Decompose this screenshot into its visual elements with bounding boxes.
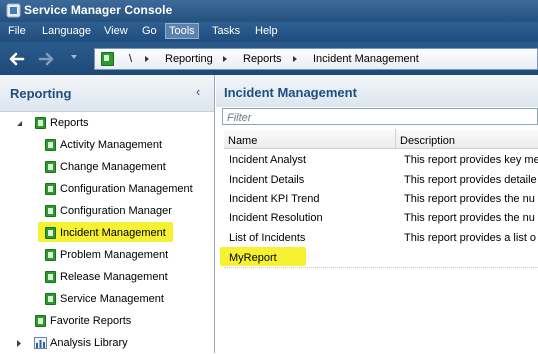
tree-item-incident-management[interactable]: Incident Management bbox=[0, 224, 214, 244]
report-folder-icon bbox=[45, 227, 56, 239]
tree-item-configuration-manager[interactable]: Configuration Manager bbox=[0, 202, 214, 222]
report-folder-icon bbox=[45, 293, 56, 305]
menu-tasks[interactable]: Tasks bbox=[212, 25, 240, 37]
column-header-name[interactable]: Name bbox=[224, 129, 396, 149]
tree-item-label: Release Management bbox=[60, 271, 168, 283]
menu-go[interactable]: Go bbox=[142, 25, 157, 37]
navigation-pane: Reporting ‹ Reports Activity Management … bbox=[0, 75, 215, 353]
report-folder-icon bbox=[35, 117, 46, 129]
breadcrumb-separator-icon[interactable] bbox=[293, 56, 297, 62]
tree-item-label: Incident Management bbox=[60, 227, 166, 239]
history-dropdown-icon[interactable] bbox=[71, 55, 77, 59]
report-folder-icon bbox=[45, 271, 56, 283]
column-header-description[interactable]: Description bbox=[396, 129, 538, 149]
report-description: This report provides detaile bbox=[404, 174, 537, 186]
tree-item-configuration-management[interactable]: Configuration Management bbox=[0, 180, 214, 200]
tree-item-problem-management[interactable]: Problem Management bbox=[0, 246, 214, 266]
window-title: Service Manager Console bbox=[24, 3, 173, 17]
report-folder-icon bbox=[45, 161, 56, 173]
tree-item-release-management[interactable]: Release Management bbox=[0, 268, 214, 288]
collapse-pane-icon[interactable]: ‹ bbox=[196, 84, 200, 99]
table-row[interactable]: List of Incidents This report provides a… bbox=[224, 228, 538, 247]
tree-item-reports[interactable]: Reports bbox=[0, 114, 214, 134]
report-name: List of Incidents bbox=[229, 232, 306, 244]
tree-item-label: Change Management bbox=[60, 161, 166, 173]
tree-item-label: Configuration Management bbox=[60, 183, 193, 195]
report-name: Incident Analyst bbox=[229, 154, 307, 166]
column-header-label: Name bbox=[228, 135, 258, 147]
report-description: This report provides key me bbox=[404, 154, 538, 166]
tree-item-service-management[interactable]: Service Management bbox=[0, 290, 214, 310]
report-folder-icon bbox=[45, 205, 56, 217]
menu-tools[interactable]: Tools bbox=[165, 23, 199, 39]
app-icon bbox=[6, 3, 21, 18]
tree-item-label: Reports bbox=[50, 117, 89, 129]
report-name: Incident KPI Trend bbox=[229, 193, 320, 205]
report-folder-icon bbox=[45, 249, 56, 261]
title-bar: Service Manager Console bbox=[0, 0, 538, 22]
breadcrumb-reporting[interactable]: Reporting bbox=[165, 53, 213, 65]
expanded-triangle-icon[interactable] bbox=[16, 120, 23, 127]
tree-item-favorite-reports[interactable]: Favorite Reports bbox=[0, 312, 214, 332]
table-row[interactable]: Incident Resolution This report provides… bbox=[224, 208, 538, 227]
report-description: This report provides the nu bbox=[404, 193, 535, 205]
tree-item-label: Problem Management bbox=[60, 249, 169, 261]
breadcrumb-incident-management[interactable]: Incident Management bbox=[313, 53, 419, 65]
table-row[interactable]: Incident Analyst This report provides ke… bbox=[224, 150, 538, 169]
report-name: Incident Resolution bbox=[229, 212, 323, 224]
navigation-bar: \ Reporting Reports Incident Management bbox=[0, 42, 538, 75]
forward-arrow-icon[interactable] bbox=[37, 49, 57, 69]
breadcrumb-separator-icon[interactable] bbox=[223, 56, 227, 62]
table-row-selected[interactable]: MyReport bbox=[224, 248, 538, 268]
menu-view[interactable]: View bbox=[104, 25, 128, 37]
content-pane-title: Incident Management bbox=[224, 85, 357, 100]
back-arrow-icon[interactable] bbox=[6, 49, 26, 69]
navigation-pane-title: Reporting bbox=[10, 86, 72, 101]
breadcrumb-root[interactable]: \ bbox=[129, 53, 132, 65]
column-header-label: Description bbox=[400, 135, 456, 147]
report-name: MyReport bbox=[229, 252, 277, 264]
report-folder-icon bbox=[45, 139, 56, 151]
address-bar[interactable]: \ Reporting Reports Incident Management bbox=[94, 48, 538, 70]
tree-item-label: Activity Management bbox=[60, 139, 163, 151]
tree-item-label: Configuration Manager bbox=[60, 205, 172, 217]
console-icon bbox=[101, 52, 114, 66]
report-description: This report provides a list o bbox=[404, 232, 537, 244]
content-pane: Incident Management Name Description Inc… bbox=[216, 75, 538, 353]
collapsed-triangle-icon[interactable] bbox=[16, 340, 23, 347]
navigation-pane-header: Reporting ‹ bbox=[0, 75, 214, 112]
tree-item-label: Analysis Library bbox=[50, 337, 128, 349]
breadcrumb-separator-icon[interactable] bbox=[145, 56, 149, 62]
favorite-reports-icon bbox=[35, 315, 46, 327]
table-row[interactable]: Incident Details This report provides de… bbox=[224, 170, 538, 189]
content-pane-header: Incident Management bbox=[216, 75, 538, 107]
tree-item-activity-management[interactable]: Activity Management bbox=[0, 136, 214, 156]
filter-box[interactable] bbox=[222, 108, 538, 126]
tree-item-label: Favorite Reports bbox=[50, 315, 132, 327]
tree-item-change-management[interactable]: Change Management bbox=[0, 158, 214, 178]
report-folder-icon bbox=[45, 183, 56, 195]
tree-item-analysis-library[interactable]: Analysis Library bbox=[0, 334, 214, 354]
menu-file[interactable]: File bbox=[8, 25, 26, 37]
bar-chart-icon bbox=[34, 337, 47, 349]
breadcrumb-reports[interactable]: Reports bbox=[243, 53, 282, 65]
menu-language[interactable]: Language bbox=[42, 25, 91, 37]
menu-bar: File Language View Go Tools Tasks Help bbox=[0, 22, 538, 42]
report-description: This report provides the nu bbox=[404, 212, 535, 224]
report-name: Incident Details bbox=[229, 174, 305, 186]
tree-item-label: Service Management bbox=[60, 293, 164, 305]
table-row[interactable]: Incident KPI Trend This report provides … bbox=[224, 189, 538, 208]
menu-help[interactable]: Help bbox=[255, 25, 278, 37]
filter-input[interactable] bbox=[223, 109, 538, 126]
